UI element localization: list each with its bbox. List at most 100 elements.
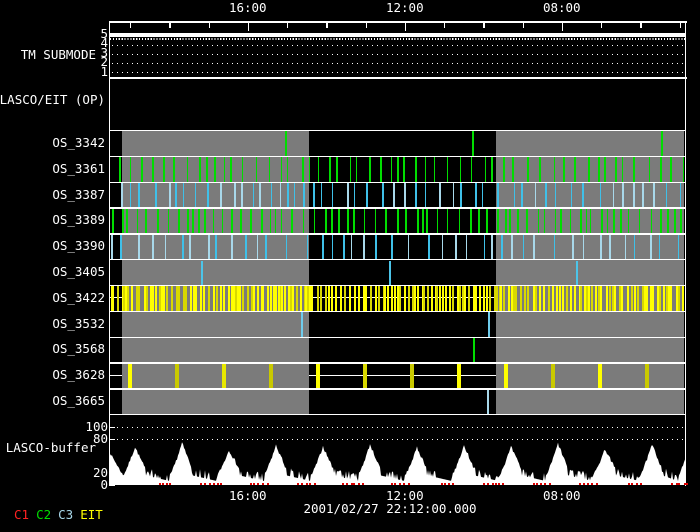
event-tick: [199, 157, 201, 182]
buffer-red-mark: [353, 482, 356, 486]
event-tick: [366, 183, 368, 208]
event-tick: [538, 286, 541, 311]
event-tick: [120, 234, 122, 260]
buffer-red-mark: [313, 482, 316, 486]
tm-dotted-gridline: [112, 53, 684, 55]
buffer-red-mark: [595, 482, 598, 486]
event-tick: [174, 363, 180, 389]
top-axis-line: [108, 21, 687, 23]
event-tick: [580, 208, 582, 234]
tm-dotted-gridline: [112, 44, 684, 46]
event-tick: [674, 208, 676, 234]
event-tick: [358, 286, 361, 311]
event-tick: [178, 286, 181, 311]
event-tick: [677, 286, 680, 311]
buffer-red-mark: [628, 482, 631, 486]
event-tick: [291, 208, 293, 234]
event-tick: [302, 208, 305, 234]
event-tick: [405, 208, 408, 234]
event-tick: [660, 208, 662, 234]
event-tick: [164, 234, 167, 260]
event-tick: [570, 183, 573, 208]
time-tick: [522, 23, 524, 28]
event-tick: [280, 157, 283, 182]
event-tick: [472, 337, 475, 363]
buffer-red-mark: [345, 482, 348, 486]
buffer-red-mark: [591, 482, 594, 486]
plot-area: OS_3342 OS_3361 OS_3387 OS_3389 OS_3390 OS_34…: [0, 0, 700, 532]
event-tick: [252, 286, 255, 311]
event-tick: [537, 208, 540, 234]
time-tick: [247, 23, 250, 31]
event-tick: [534, 286, 537, 311]
event-tick: [501, 234, 504, 260]
event-tick: [644, 363, 650, 389]
event-tick: [303, 183, 305, 208]
event-tick: [582, 234, 585, 260]
event-tick: [390, 234, 393, 260]
buffer-red-mark: [301, 482, 304, 486]
event-tick: [329, 157, 331, 182]
event-tick: [491, 157, 493, 182]
row-label-OS_3665: OS_3665: [52, 392, 105, 408]
event-tick: [600, 286, 603, 311]
event-tick: [455, 234, 457, 260]
event-tick: [120, 183, 123, 208]
event-tick: [441, 234, 444, 260]
event-tick: [589, 208, 592, 234]
event-tick: [569, 208, 572, 234]
event-tick: [207, 286, 210, 311]
time-tick: [326, 23, 328, 28]
event-tick: [615, 157, 617, 182]
event-tick: [241, 157, 244, 182]
buffer-red-mark: [266, 482, 269, 486]
event-tick: [257, 286, 260, 311]
event-tick: [231, 208, 233, 234]
event-tick: [299, 286, 302, 311]
buffer-red-mark: [498, 482, 501, 486]
event-tick: [212, 208, 215, 234]
tm-dotted-gridline: [112, 62, 684, 64]
event-tick: [532, 234, 535, 260]
event-tick: [353, 183, 356, 208]
event-tick: [562, 286, 565, 311]
event-tick: [667, 286, 670, 311]
event-tick: [527, 286, 530, 311]
event-tick: [613, 208, 615, 234]
buffer-red-mark: [582, 482, 585, 486]
event-tick: [185, 286, 188, 311]
event-tick: [424, 183, 427, 208]
row-ticks-OS_3361: [110, 157, 685, 182]
event-tick: [588, 286, 591, 311]
time-tick: [404, 23, 407, 31]
event-tick: [145, 286, 148, 311]
event-tick: [212, 286, 215, 311]
event-tick: [404, 183, 407, 208]
event-tick: [116, 286, 119, 311]
event-tick: [614, 286, 617, 311]
buffer-red-mark: [200, 482, 203, 486]
event-tick: [255, 157, 258, 182]
event-tick: [220, 183, 222, 208]
row-label-OS_3568: OS_3568: [52, 341, 105, 357]
event-tick: [645, 286, 648, 311]
right-axis: [684, 21, 687, 486]
event-tick: [633, 183, 635, 208]
event-tick: [306, 234, 309, 260]
event-tick: [417, 208, 419, 234]
top-axis-tick-label: 16:00: [228, 0, 267, 15]
event-tick: [407, 286, 410, 311]
event-tick: [259, 183, 261, 208]
time-tick: [169, 23, 171, 28]
event-tick: [207, 183, 210, 208]
row-separator: [110, 414, 685, 416]
buffer-red-mark: [357, 482, 360, 486]
buffer-red-mark: [305, 482, 308, 486]
time-tick: [444, 23, 446, 28]
event-tick: [563, 157, 566, 182]
event-tick: [575, 260, 578, 285]
event-tick: [195, 286, 198, 311]
event-tick: [365, 286, 368, 311]
row-label-OS_3422: OS_3422: [52, 289, 105, 305]
event-tick: [679, 183, 682, 208]
